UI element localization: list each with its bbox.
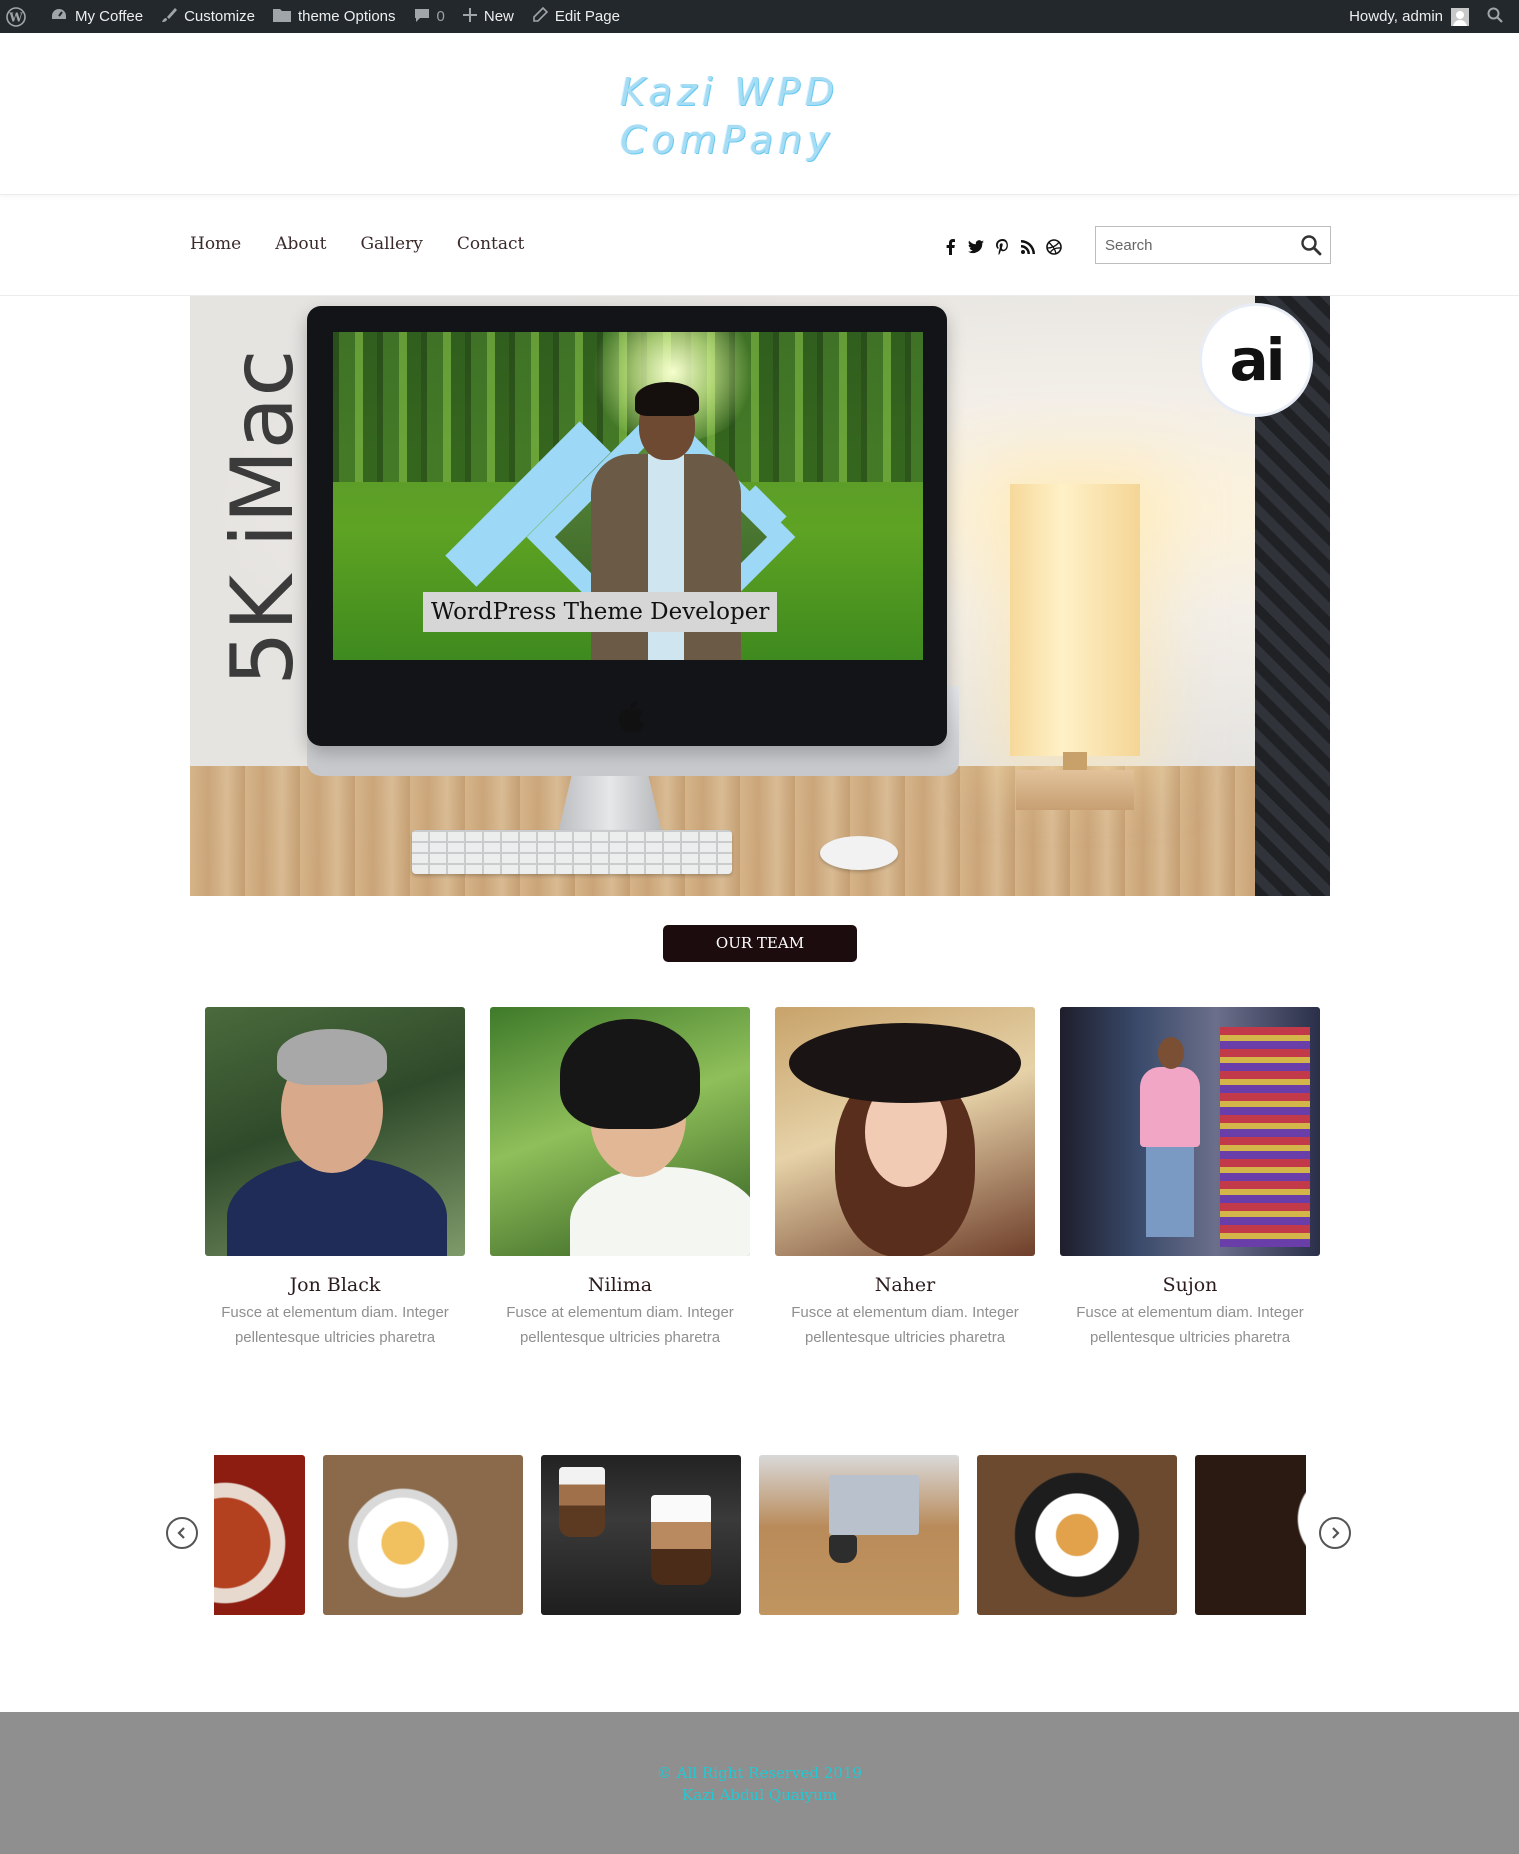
gallery-image-cafe-laptop[interactable] bbox=[759, 1455, 959, 1615]
theme-options-label: theme Options bbox=[297, 8, 396, 25]
lamp-shade bbox=[1010, 484, 1140, 756]
member-photo-sujon bbox=[1060, 1007, 1320, 1256]
member-desc-line: Fusce at elementum diam. Integer bbox=[791, 1304, 1019, 1321]
admin-bar-comments[interactable]: 0 bbox=[405, 0, 454, 33]
team-member-card: Naher Fusce at elementum diam. Integer p… bbox=[775, 1007, 1035, 1350]
member-desc-line: Fusce at elementum diam. Integer bbox=[221, 1304, 449, 1321]
chevron-right-icon bbox=[1332, 1527, 1340, 1539]
avatar bbox=[1451, 7, 1469, 26]
greeting-label: Howdy, admin bbox=[1349, 8, 1443, 25]
member-photo-naher bbox=[775, 1007, 1035, 1256]
hero-vertical-text: 5K iMac bbox=[213, 349, 313, 686]
dribbble-icon[interactable] bbox=[1046, 238, 1062, 256]
member-description: Fusce at elementum diam. Integer pellent… bbox=[490, 1300, 750, 1350]
plus-icon bbox=[462, 7, 484, 26]
admin-bar-edit-page[interactable]: Edit Page bbox=[523, 0, 629, 33]
lamp-base bbox=[1016, 770, 1134, 810]
wordpress-logo-icon[interactable]: W bbox=[0, 0, 41, 33]
main-navigation: Home About Gallery Contact bbox=[0, 196, 1519, 296]
comment-icon bbox=[414, 7, 437, 27]
logo-line-1: Kazi WPD bbox=[620, 70, 840, 114]
member-description: Fusce at elementum diam. Integer pellent… bbox=[1060, 1300, 1320, 1350]
folder-icon bbox=[272, 7, 298, 26]
gallery-image-espresso-beans[interactable] bbox=[977, 1455, 1177, 1615]
admin-bar: W My Coffee Customize theme Options 0 Ne… bbox=[0, 0, 1519, 33]
logo-line-2: ComPany bbox=[620, 118, 835, 162]
svg-text:W: W bbox=[8, 10, 23, 24]
social-links bbox=[942, 238, 1062, 256]
nav-item-gallery[interactable]: Gallery bbox=[360, 234, 422, 254]
member-name: Jon Black bbox=[289, 1274, 381, 1296]
hero-banner: 5K iMac WordPress Theme Developer ai bbox=[190, 296, 1330, 896]
site-name-label: My Coffee bbox=[75, 8, 144, 25]
carousel-track bbox=[214, 1455, 1306, 1615]
member-description: Fusce at elementum diam. Integer pellent… bbox=[205, 1300, 465, 1350]
team-member-card: Nilima Fusce at elementum diam. Integer … bbox=[490, 1007, 750, 1350]
dashboard-icon bbox=[50, 7, 75, 27]
member-description: Fusce at elementum diam. Integer pellent… bbox=[775, 1300, 1035, 1350]
team-member-card: Sujon Fusce at elementum diam. Integer p… bbox=[1060, 1007, 1320, 1350]
gallery-image-layered-coffee[interactable] bbox=[541, 1455, 741, 1615]
member-desc-line: Fusce at elementum diam. Integer bbox=[1076, 1304, 1304, 1321]
site-logo[interactable]: Kazi WPD ComPany bbox=[620, 68, 900, 168]
member-desc-line: pellentesque ultricies pharetra bbox=[519, 1329, 721, 1346]
member-desc-line: pellentesque ultricies pharetra bbox=[1089, 1329, 1291, 1346]
nav-item-about[interactable]: About bbox=[275, 234, 326, 254]
member-desc-line: pellentesque ultricies pharetra bbox=[804, 1329, 1006, 1346]
member-desc-line: pellentesque ultricies pharetra bbox=[234, 1329, 436, 1346]
search-icon bbox=[1487, 7, 1510, 27]
rss-icon[interactable] bbox=[1020, 238, 1036, 256]
member-desc-line: Fusce at elementum diam. Integer bbox=[506, 1304, 734, 1321]
pencil-icon bbox=[532, 6, 555, 27]
member-photo-jon-black bbox=[205, 1007, 465, 1256]
footer-copyright: © All Right Reserved 2019 bbox=[657, 1764, 862, 1782]
mouse bbox=[820, 836, 898, 870]
hero-caption: WordPress Theme Developer bbox=[423, 592, 778, 632]
twitter-icon[interactable] bbox=[968, 238, 984, 256]
admin-bar-new[interactable]: New bbox=[454, 0, 523, 33]
carousel-next-button[interactable] bbox=[1319, 1517, 1351, 1549]
team-section: Jon Black Fusce at elementum diam. Integ… bbox=[205, 1007, 1320, 1347]
coffee-gallery-carousel bbox=[166, 1455, 1353, 1615]
magnifier-icon bbox=[1301, 235, 1322, 256]
gallery-image-cappuccino[interactable] bbox=[1195, 1455, 1306, 1615]
gallery-image-latte-art[interactable] bbox=[323, 1455, 523, 1615]
keyboard bbox=[412, 830, 732, 874]
new-label: New bbox=[483, 8, 514, 25]
admin-bar-site-link[interactable]: My Coffee bbox=[41, 0, 152, 33]
team-member-card: Jon Black Fusce at elementum diam. Integ… bbox=[205, 1007, 465, 1350]
hero-desk bbox=[190, 766, 1330, 896]
admin-bar-account[interactable]: Howdy, admin bbox=[1340, 0, 1478, 33]
member-photo-nilima bbox=[490, 1007, 750, 1256]
lamp-neck bbox=[1063, 752, 1087, 772]
pinterest-icon[interactable] bbox=[994, 238, 1010, 256]
customize-label: Customize bbox=[184, 8, 255, 25]
gallery-image-tea[interactable] bbox=[214, 1455, 305, 1615]
search-button[interactable] bbox=[1300, 234, 1322, 256]
ai-badge: ai bbox=[1202, 306, 1310, 414]
admin-bar-customize[interactable]: Customize bbox=[152, 0, 264, 33]
carousel-prev-button[interactable] bbox=[166, 1517, 198, 1549]
search-box bbox=[1095, 226, 1331, 264]
admin-bar-search[interactable] bbox=[1478, 0, 1519, 33]
nav-item-contact[interactable]: Contact bbox=[457, 234, 525, 254]
our-team-button[interactable]: OUR TEAM bbox=[663, 925, 857, 962]
chevron-left-icon bbox=[177, 1527, 185, 1539]
edit-page-label: Edit Page bbox=[554, 8, 620, 25]
admin-bar-theme-options[interactable]: theme Options bbox=[264, 0, 405, 33]
footer-author: Kazi Abdul Quaiyum bbox=[682, 1786, 837, 1804]
site-header: Kazi WPD ComPany bbox=[0, 33, 1519, 195]
brush-icon bbox=[161, 7, 184, 27]
member-name: Naher bbox=[874, 1274, 936, 1296]
site-footer: © All Right Reserved 2019 Kazi Abdul Qua… bbox=[0, 1712, 1519, 1854]
apple-icon bbox=[615, 700, 645, 734]
search-input[interactable] bbox=[1096, 227, 1286, 263]
member-name: Nilima bbox=[587, 1274, 653, 1296]
facebook-icon[interactable] bbox=[942, 238, 958, 256]
comments-count: 0 bbox=[436, 8, 445, 25]
member-name: Sujon bbox=[1162, 1274, 1218, 1296]
nav-item-home[interactable]: Home bbox=[190, 234, 241, 254]
nav-menu: Home About Gallery Contact bbox=[190, 234, 524, 254]
developer-portrait-hair bbox=[635, 382, 699, 416]
